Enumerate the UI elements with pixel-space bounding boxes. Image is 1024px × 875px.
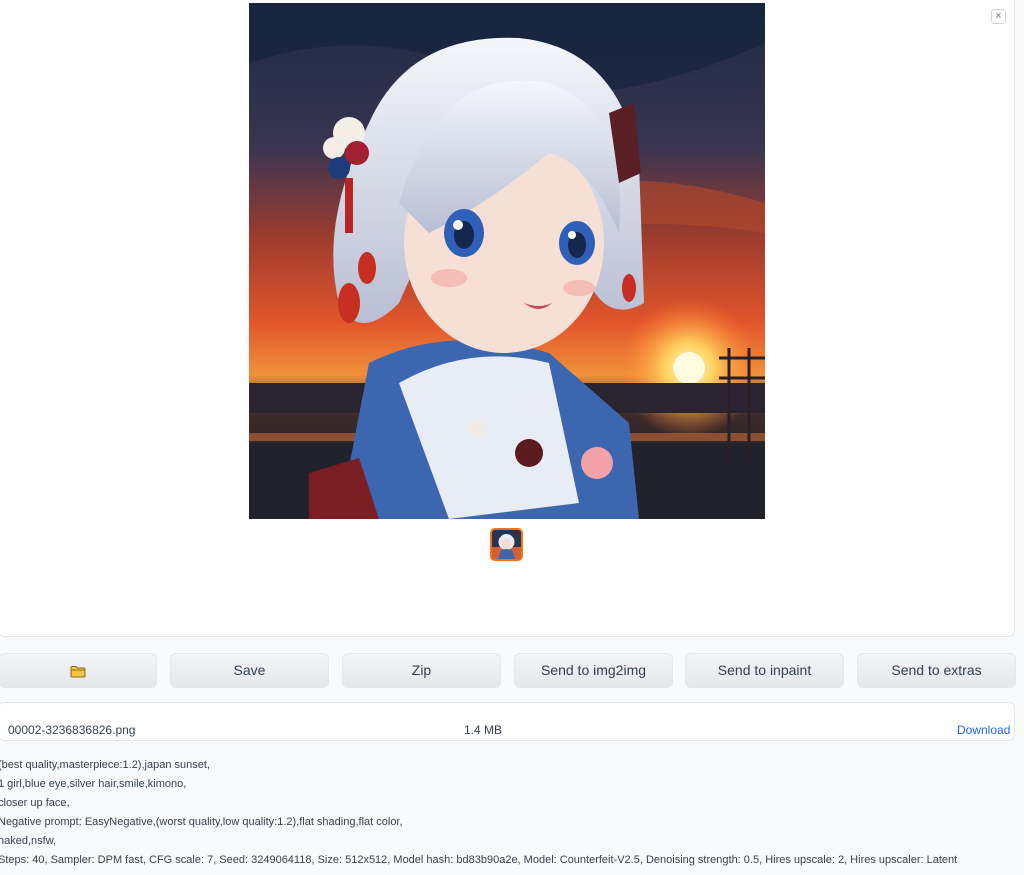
main-image[interactable]: [249, 3, 765, 519]
download-link[interactable]: Download: [957, 723, 1010, 737]
thumbnail-image: [492, 530, 521, 559]
info-line: Negative prompt: EasyNegative,(worst qua…: [0, 816, 403, 828]
generation-info: (best quality,masterpiece:1.2),japan sun…: [0, 756, 957, 870]
info-line: closer up face,: [0, 797, 70, 809]
file-name: 00002-3236836826.png: [8, 723, 136, 737]
send-to-extras-button[interactable]: Send to extras: [857, 653, 1016, 688]
save-button[interactable]: Save: [170, 653, 329, 688]
info-line: (best quality,masterpiece:1.2),japan sun…: [0, 759, 210, 771]
file-size: 1.4 MB: [464, 723, 503, 737]
send-to-img2img-button[interactable]: Send to img2img: [514, 653, 673, 688]
file-panel: 00002-3236836826.png 1.4 MB Download: [0, 702, 1015, 741]
folder-icon: [70, 665, 85, 678]
close-icon[interactable]: ×: [991, 9, 1006, 24]
info-line: naked,nsfw,: [0, 835, 57, 847]
info-line: 1 girl,blue eye,silver hair,smile,kimono…: [0, 778, 187, 790]
info-line: Steps: 40, Sampler: DPM fast, CFG scale:…: [0, 854, 958, 866]
zip-button[interactable]: Zip: [342, 653, 501, 688]
send-to-inpaint-button[interactable]: Send to inpaint: [685, 653, 844, 688]
open-folder-button[interactable]: [0, 653, 157, 688]
gallery-thumbnail[interactable]: [490, 528, 523, 561]
